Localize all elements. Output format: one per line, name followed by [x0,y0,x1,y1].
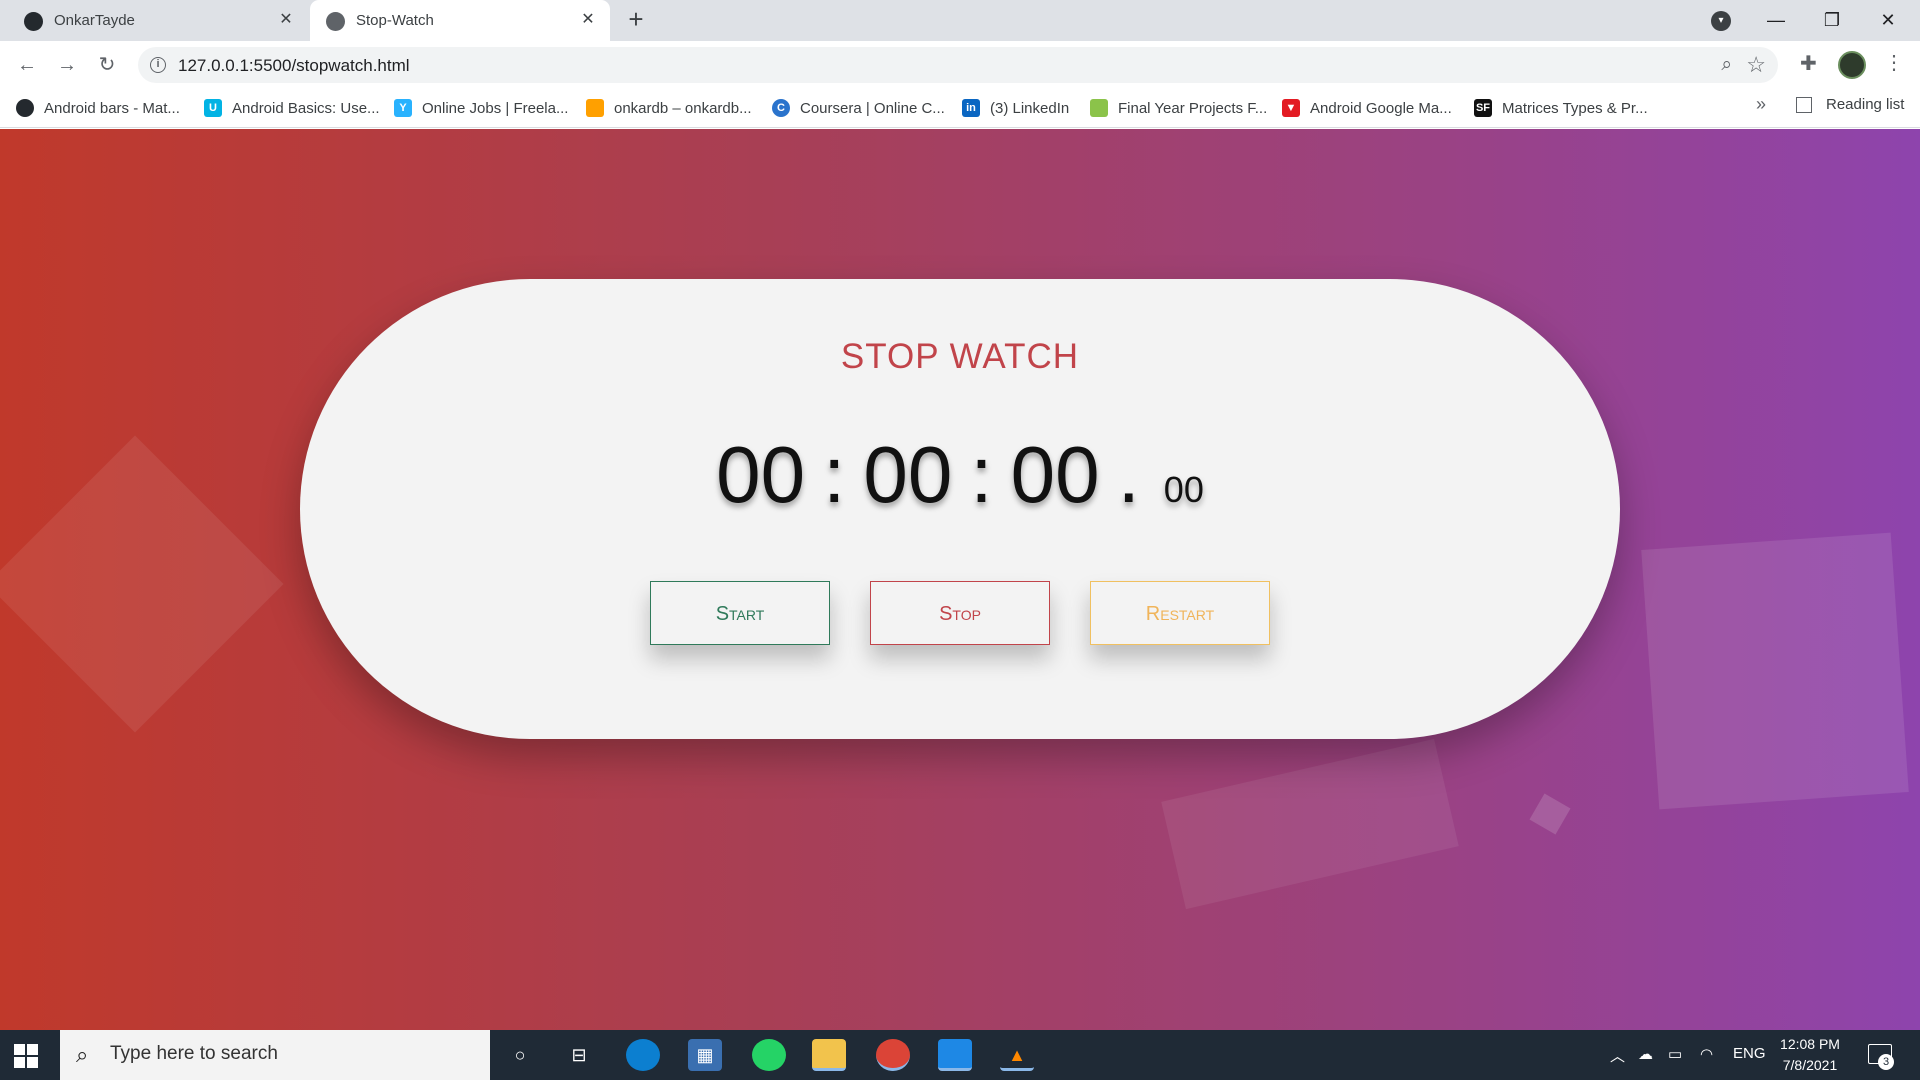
new-tab-button[interactable]: + [624,6,648,32]
bookmark-item[interactable]: SF Matrices Types & Pr... [1474,96,1648,120]
calculator-icon[interactable]: ▦ [688,1039,722,1071]
onedrive-icon[interactable]: ☁ [1638,1045,1653,1063]
more-bookmarks-chevron[interactable]: » [1756,94,1766,115]
decorative-square [1161,738,1459,910]
search-placeholder: Type here to search [110,1043,278,1064]
reload-icon[interactable]: ↻ [94,52,120,78]
time-display: 00:00:00. 00 [300,429,1620,521]
bookmark-label: (3) LinkedIn [990,99,1070,117]
bookmark-item[interactable]: Final Year Projects F... [1090,96,1267,120]
tab-title: Stop-Watch [356,12,434,29]
close-window-button[interactable]: ✕ [1866,6,1910,34]
chevron-up-icon[interactable]: ︿ [1610,1045,1625,1066]
globe-icon [326,12,345,31]
decorative-square [1641,532,1909,810]
start-button[interactable]: Start [650,581,830,645]
tab-github[interactable]: OnkarTayde ✕ [8,0,308,41]
tab-search-icon[interactable]: ▾ [1711,11,1731,31]
windows-taskbar: ⌕ Type here to search ○ ⊟ ▦ ▲ ︿ ☁ ▭ ◠ EN… [0,1030,1920,1080]
forward-arrow-icon[interactable]: → [54,52,80,78]
edge-icon[interactable] [626,1039,660,1071]
language-indicator[interactable]: ENG [1733,1045,1766,1062]
github-icon [24,12,43,31]
page-background: STOP WATCH 00:00:00. 00 Start Stop Restar… [0,129,1920,1030]
clock-time: 12:08 PM [1780,1036,1840,1052]
vscode-icon[interactable] [938,1039,972,1071]
coursera-icon: C [772,99,790,117]
bookmark-label: Matrices Types & Pr... [1502,99,1648,117]
seconds-value: 00 [1010,430,1100,519]
bookmark-star-icon[interactable]: ☆ [1746,52,1766,78]
reading-list-icon [1796,96,1812,113]
github-icon [16,99,34,117]
back-arrow-icon[interactable]: ← [14,52,40,78]
clock-date: 7/8/2021 [1782,1057,1838,1073]
leaf-icon [1090,99,1108,117]
close-tab-icon[interactable]: ✕ [578,10,598,30]
reading-list-label: Reading list [1826,96,1905,113]
hours-value: 00 [716,430,806,519]
bookmark-label: onkardb – onkardb... [614,99,752,117]
bookmark-item[interactable]: in (3) LinkedIn [962,96,1069,120]
bookmark-label: Coursera | Online C... [800,99,945,117]
address-bar[interactable]: i 127.0.0.1:5500/stopwatch.html ⌕ ☆ [138,47,1778,83]
file-explorer-icon[interactable] [812,1039,846,1071]
search-icon: ⌕ [76,1042,89,1067]
bookmark-label: Final Year Projects F... [1118,99,1268,117]
extensions-icon[interactable]: ✚ [1800,51,1817,76]
sf-icon: SF [1474,99,1492,117]
bookmark-item[interactable]: Y Online Jobs | Freela... [394,96,568,120]
freelancer-icon: Y [394,99,412,117]
restart-button[interactable]: Restart [1090,581,1270,645]
bookmark-label: Online Jobs | Freela... [422,99,569,117]
wifi-icon[interactable]: ◠ [1700,1045,1713,1063]
linkedin-icon: in [962,99,980,117]
decorative-square [0,435,284,733]
bookmark-label: Android bars - Mat... [44,99,180,117]
bookmark-item[interactable]: onkardb – onkardb... [586,96,752,120]
bookmark-label: Android Google Ma... [1310,99,1452,117]
reading-list-button[interactable]: Reading list [1796,96,1904,113]
close-tab-icon[interactable]: ✕ [276,10,296,30]
minimize-button[interactable]: — [1754,6,1798,34]
bookmark-item[interactable]: U Android Basics: Use... [204,96,380,120]
tab-title: OnkarTayde [54,12,135,29]
task-view-icon[interactable]: ⊟ [562,1039,596,1071]
zoom-icon[interactable]: ⌕ [1721,54,1732,76]
triangle-icon: ▼ [1282,99,1300,117]
firebase-icon [586,99,604,117]
udacity-icon: U [204,99,222,117]
chrome-icon[interactable] [876,1039,910,1071]
site-info-icon[interactable]: i [150,57,166,73]
windows-start-icon[interactable] [14,1044,38,1068]
taskbar-search-box[interactable]: ⌕ Type here to search [60,1030,490,1080]
bookmark-item[interactable]: Android bars - Mat... [16,96,180,120]
bookmark-item[interactable]: C Coursera | Online C... [772,96,945,120]
stopwatch-title: STOP WATCH [840,337,1080,376]
battery-icon[interactable]: ▭ [1668,1045,1682,1063]
decorative-square [1529,793,1571,835]
tab-strip: OnkarTayde ✕ Stop-Watch ✕ + ▾ — ❐ ✕ [0,0,1920,41]
minutes-value: 00 [863,430,953,519]
url-text[interactable]: 127.0.0.1:5500/stopwatch.html [178,56,410,76]
bookmark-item[interactable]: ▼ Android Google Ma... [1282,96,1452,120]
notification-count-badge: 3 [1878,1054,1894,1070]
system-clock[interactable]: 12:08 PM 7/8/2021 [1770,1034,1850,1076]
menu-icon[interactable]: ⋮ [1884,50,1904,75]
browser-toolbar: ← → ↻ i 127.0.0.1:5500/stopwatch.html ⌕ … [0,41,1920,89]
stopwatch-card: STOP WATCH 00:00:00. 00 Start Stop Restar… [300,279,1620,739]
profile-avatar[interactable] [1838,51,1866,79]
cortana-icon[interactable]: ○ [503,1039,537,1071]
separator: : [970,430,993,519]
centiseconds-value: 00 [1163,469,1204,510]
tab-stopwatch[interactable]: Stop-Watch ✕ [310,0,610,41]
restore-button[interactable]: ❐ [1810,6,1854,34]
separator: . [1117,430,1140,519]
separator: : [823,430,846,519]
stop-button[interactable]: Stop [870,581,1050,645]
vlc-icon[interactable]: ▲ [1000,1039,1034,1071]
whatsapp-icon[interactable] [752,1039,786,1071]
bookmark-label: Android Basics: Use... [232,99,380,117]
